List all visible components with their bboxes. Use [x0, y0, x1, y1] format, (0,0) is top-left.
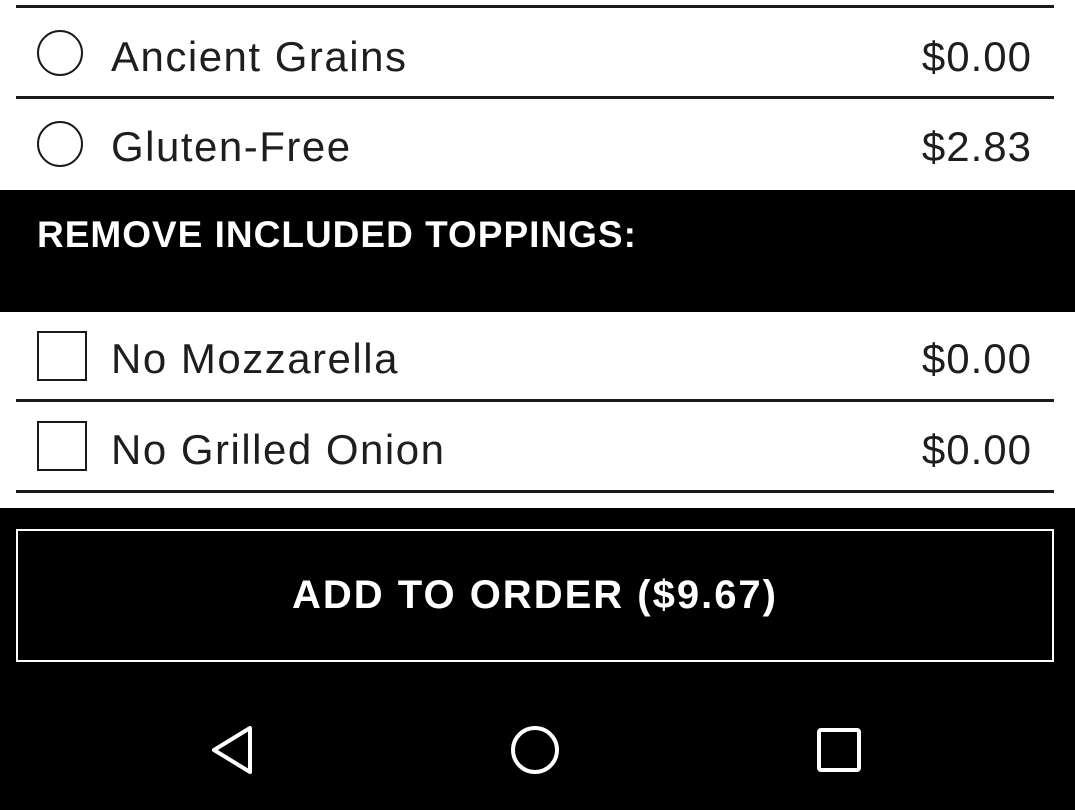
home-circle-icon[interactable] [503, 718, 567, 782]
option-price: $2.83 [921, 123, 1032, 170]
topping-option-no-grilled-onion[interactable]: No Grilled Onion $0.00 [0, 403, 1075, 493]
section-title: REMOVE INCLUDED TOPPINGS: [37, 214, 637, 255]
option-price: $0.00 [921, 426, 1032, 473]
divider [16, 399, 1054, 402]
recents-square-icon[interactable] [807, 718, 871, 782]
crust-option-ancient-grains[interactable]: Ancient Grains $0.00 [0, 8, 1075, 99]
remove-toppings-list: No Mozzarella $0.00 No Grilled Onion $0.… [0, 312, 1075, 508]
option-label: No Mozzarella [111, 335, 399, 382]
option-price: $0.00 [921, 33, 1032, 80]
option-label: No Grilled Onion [111, 426, 446, 473]
item-customization-screen: Ancient Grains $0.00 Gluten-Free $2.83 R… [0, 0, 1075, 810]
crust-options-list: Ancient Grains $0.00 Gluten-Free $2.83 [0, 0, 1075, 190]
option-label: Ancient Grains [111, 33, 408, 80]
remove-toppings-header: REMOVE INCLUDED TOPPINGS: [0, 190, 1075, 312]
checkbox[interactable] [37, 331, 87, 381]
system-navigation-bar [0, 688, 1075, 810]
divider [16, 490, 1054, 493]
radio-button[interactable] [37, 30, 83, 76]
option-price: $0.00 [921, 335, 1032, 382]
add-to-order-button[interactable]: ADD TO ORDER ($9.67) [16, 529, 1054, 662]
crust-option-gluten-free[interactable]: Gluten-Free $2.83 [0, 99, 1075, 189]
topping-option-no-mozzarella[interactable]: No Mozzarella $0.00 [0, 312, 1075, 402]
radio-button[interactable] [37, 121, 83, 167]
option-label: Gluten-Free [111, 123, 352, 170]
back-triangle-icon[interactable] [202, 718, 266, 782]
checkbox[interactable] [37, 421, 87, 471]
add-to-order-label: ADD TO ORDER ($9.67) [291, 573, 778, 617]
bottom-bar: ADD TO ORDER ($9.67) [0, 508, 1075, 810]
